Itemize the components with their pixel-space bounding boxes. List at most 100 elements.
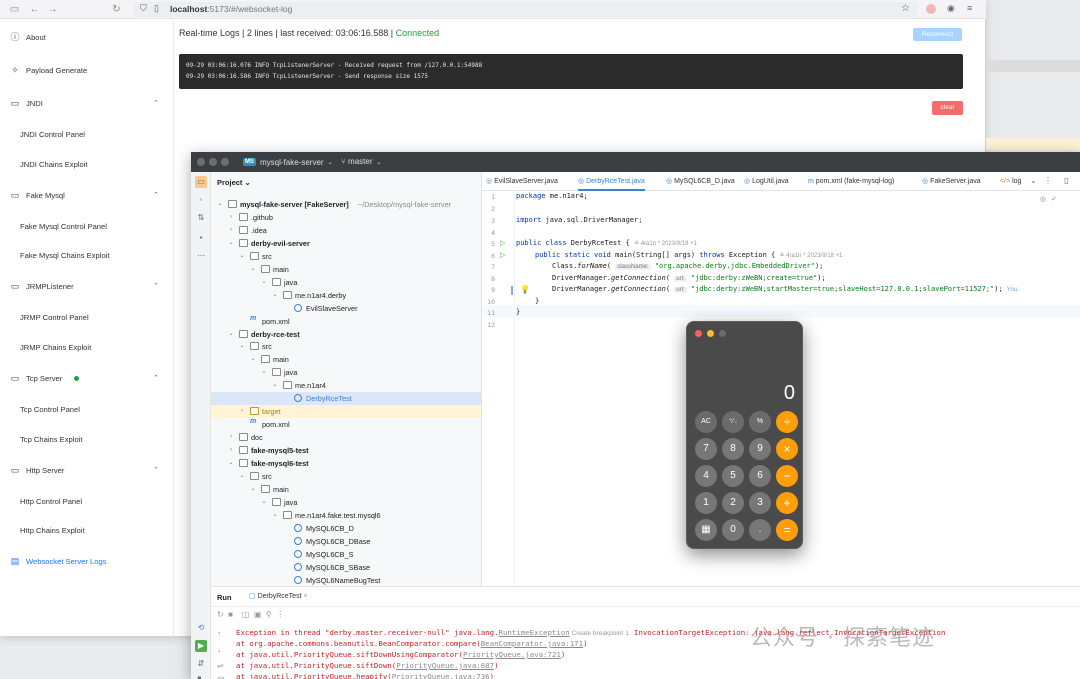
- bookmark-star-icon[interactable]: ☆: [901, 3, 910, 14]
- tree-node[interactable]: MySQL6CB_DBase: [211, 535, 481, 548]
- create-breakpoint-link[interactable]: Create breakpoint: [570, 630, 625, 637]
- tree-node[interactable]: ⌄ me.n1ar4: [211, 379, 481, 392]
- run-gutter-icon[interactable]: ▷: [500, 251, 505, 259]
- tree-node[interactable]: ⌄ derby-rce-test: [211, 328, 481, 341]
- tree-node[interactable]: ⌄ src: [211, 470, 481, 483]
- tree-node[interactable]: › doc: [211, 431, 481, 444]
- minimize-window-icon[interactable]: [209, 158, 217, 166]
- tree-node[interactable]: ⌄ java: [211, 276, 481, 289]
- key-5[interactable]: 5: [722, 465, 744, 487]
- sidebar-item-http-server[interactable]: ▭ Http Server ⌃: [0, 460, 174, 480]
- more-icon[interactable]: ⋮: [276, 610, 284, 619]
- sidebar-item-jrmplistener[interactable]: ▭ JRMPListener ⌃: [0, 276, 174, 296]
- tree-node[interactable]: MySQL6CB_D: [211, 522, 481, 535]
- tree-node[interactable]: ⌄ me.n1ar4.derby: [211, 289, 481, 302]
- chevron-down-icon[interactable]: ⌄: [271, 509, 279, 522]
- chevron-down-icon[interactable]: ⌄: [249, 483, 257, 496]
- tree-node[interactable]: MySQL6CB_SBase: [211, 561, 481, 574]
- sidebar-item-tcp-chains-exploit[interactable]: Tcp Chains Exploit: [0, 429, 174, 449]
- sidebar-item-payload-generate[interactable]: ✧ Payload Generate: [0, 60, 174, 80]
- run-gutter-icon[interactable]: ▷: [500, 239, 505, 247]
- stacktrace-link[interactable]: BeanComparator.java:171: [481, 639, 583, 648]
- stacktrace-link[interactable]: RuntimeException: [499, 628, 570, 637]
- chevron-down-icon[interactable]: ⌄: [260, 496, 268, 509]
- decimal-key[interactable]: .: [749, 519, 771, 541]
- chevron-right-icon[interactable]: ›: [227, 211, 235, 224]
- tree-node[interactable]: ⌄ main: [211, 353, 481, 366]
- percent-key[interactable]: %: [749, 411, 771, 433]
- chevron-down-icon[interactable]: ⌄: [249, 263, 257, 276]
- sidebar-item-fake-mysql[interactable]: ▭ Fake Mysql ⌃: [0, 185, 174, 205]
- plus-key[interactable]: +: [776, 492, 798, 514]
- tree-node[interactable]: MySQL6CB_S: [211, 548, 481, 561]
- tree-node[interactable]: ⌄ derby-evil-server: [211, 237, 481, 250]
- tree-node[interactable]: ⌄ fake-mysql6-test: [211, 457, 481, 470]
- chevron-right-icon[interactable]: ›: [238, 405, 246, 418]
- structure-icon[interactable]: ▪: [195, 232, 207, 244]
- editor-tab[interactable]: m pom.xml (fake-mysql-log): [808, 172, 894, 191]
- chevron-right-icon[interactable]: ›: [227, 444, 235, 457]
- zoom-window-icon[interactable]: [221, 158, 229, 166]
- split-editor-icon[interactable]: ▯: [1064, 176, 1068, 185]
- scroll-up-icon[interactable]: ↑: [217, 629, 221, 638]
- zoom-icon[interactable]: ⚲: [266, 610, 272, 619]
- soft-wrap-icon[interactable]: ⇌: [217, 661, 224, 670]
- account-icon[interactable]: ◉: [947, 3, 955, 14]
- back-icon[interactable]: ←: [29, 4, 40, 15]
- chevron-down-icon[interactable]: ⌄: [227, 237, 235, 250]
- sidebar-item-fake-mysql-chains-exploit[interactable]: Fake Mysql Chains Exploit: [0, 245, 174, 265]
- editor-tab[interactable]: ◎ MySQL6CB_D.java: [666, 172, 735, 191]
- forward-icon[interactable]: →: [47, 4, 58, 15]
- chevron-down-icon[interactable]: ⌄: [271, 289, 279, 302]
- key-7[interactable]: 7: [695, 438, 717, 460]
- tree-node[interactable]: ⌄ java: [211, 366, 481, 379]
- run-config-tab[interactable]: ▢ DerbyRceTest ×: [249, 592, 308, 600]
- sidebar-item-jndi[interactable]: ▭ JNDI ⌃: [0, 93, 174, 113]
- project-panel-title[interactable]: Project ⌄: [217, 178, 251, 187]
- sidebar-item-fake-mysql-control-panel[interactable]: Fake Mysql Control Panel: [0, 216, 174, 236]
- close-window-icon[interactable]: [695, 330, 702, 337]
- extension-icon[interactable]: [926, 4, 936, 14]
- minimize-window-icon[interactable]: [707, 330, 714, 337]
- chevron-down-icon[interactable]: ⌄: [249, 353, 257, 366]
- chevron-right-icon[interactable]: ›: [227, 224, 235, 237]
- reader-mode-icon[interactable]: ◎: [1040, 195, 1046, 203]
- calculator-icon[interactable]: ▦: [695, 519, 717, 541]
- key-2[interactable]: 2: [722, 492, 744, 514]
- menu-icon[interactable]: ≡: [967, 3, 972, 13]
- branch-selector[interactable]: ⑂ master ⌄: [341, 157, 382, 166]
- editor-tab[interactable]: ◎ FakeServer.java: [922, 172, 981, 191]
- stop-icon[interactable]: ■: [228, 610, 233, 619]
- sidebar-item-tcp-server[interactable]: ▭ Tcp Server ⌃: [0, 368, 174, 388]
- tab-list-chevron-icon[interactable]: ⌄: [1030, 176, 1037, 185]
- close-window-icon[interactable]: [197, 158, 205, 166]
- clear-button[interactable]: clear: [932, 101, 963, 115]
- tree-node[interactable]: m pom.xml: [211, 418, 481, 431]
- key-1[interactable]: 1: [695, 492, 717, 514]
- editor-tab[interactable]: ◎ DerbyRceTest.java: [578, 172, 645, 191]
- lightbulb-icon[interactable]: 💡: [520, 285, 530, 294]
- stacktrace-link[interactable]: PriorityQueue.java:687: [396, 661, 494, 670]
- sidebar-item-jrmp-chains-exploit[interactable]: JRMP Chains Exploit: [0, 337, 174, 357]
- run-tool-icon[interactable]: ▶: [195, 640, 207, 652]
- commit-tool-icon[interactable]: ◦: [195, 194, 207, 206]
- sidebar-item-websocket-server-logs[interactable]: ▤ Websocket Server Logs: [0, 551, 174, 571]
- divide-key[interactable]: ÷: [776, 411, 798, 433]
- sign-key[interactable]: ⁺⁄₋: [722, 411, 744, 433]
- tree-node[interactable]: › .github: [211, 211, 481, 224]
- chevron-down-icon[interactable]: ⌄: [216, 198, 224, 211]
- chevron-down-icon[interactable]: ⌄: [227, 457, 235, 470]
- tree-node[interactable]: › target: [211, 405, 481, 419]
- key-8[interactable]: 8: [722, 438, 744, 460]
- chevron-down-icon[interactable]: ⌄: [271, 379, 279, 392]
- editor-tab[interactable]: ◎ EvilSlaveServer.java: [486, 172, 558, 191]
- project-tool-icon[interactable]: ▭: [195, 176, 207, 188]
- rerun-icon[interactable]: ↻: [217, 610, 224, 619]
- stacktrace-link[interactable]: PriorityQueue.java:721: [463, 650, 561, 659]
- tree-node[interactable]: › .idea: [211, 224, 481, 237]
- tree-node[interactable]: ⌄ main: [211, 483, 481, 496]
- chevron-down-icon[interactable]: ⌄: [227, 328, 235, 341]
- sidebar-toggle-icon[interactable]: ▭: [9, 4, 20, 15]
- tree-node[interactable]: ⌄ me.n1ar4.fake.test.mysql6: [211, 509, 481, 522]
- sidebar-item-tcp-control-panel[interactable]: Tcp Control Panel: [0, 399, 174, 419]
